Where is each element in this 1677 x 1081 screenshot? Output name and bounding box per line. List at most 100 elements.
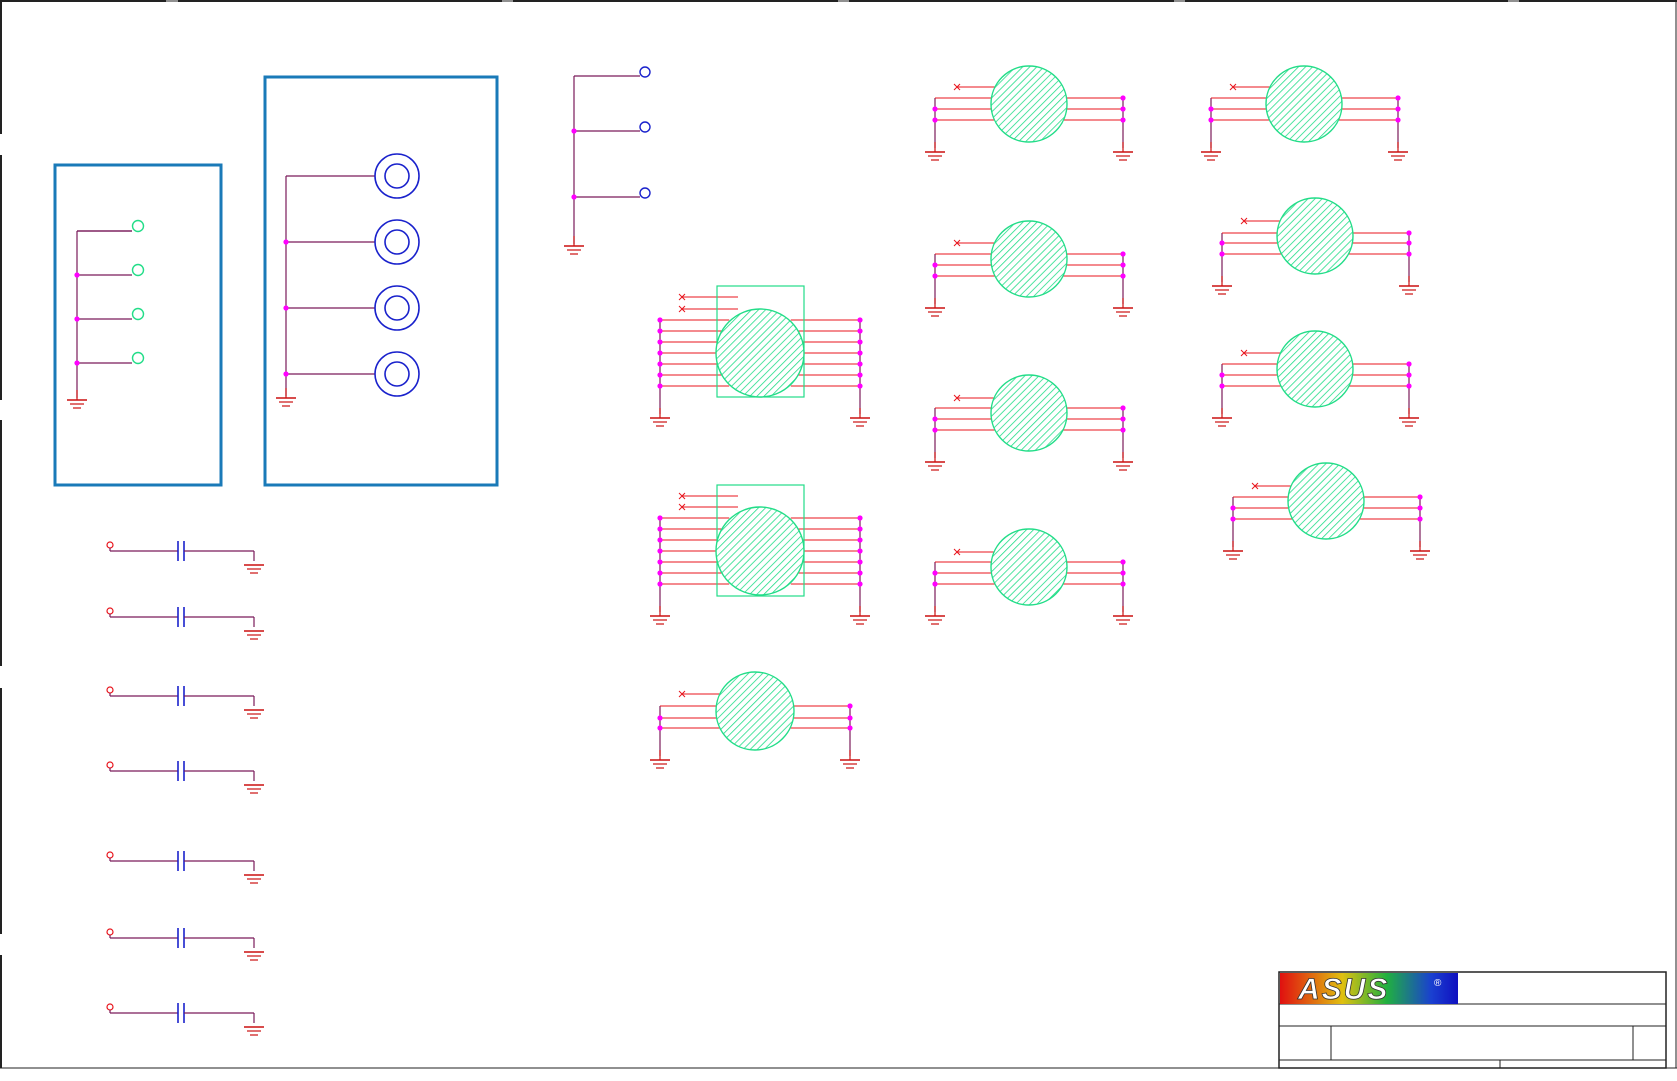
junction-dot [857, 328, 863, 334]
ground-icon [650, 606, 670, 625]
test-point-icon [106, 851, 114, 859]
capacitor-circuit [106, 541, 264, 574]
capacitor-icon [177, 686, 185, 706]
shield-can [925, 374, 1133, 471]
ground-icon [650, 408, 670, 427]
shield-can [1212, 330, 1419, 427]
junction-dot [657, 559, 663, 565]
test-point-icon [106, 541, 114, 549]
junction-dot [1120, 570, 1126, 576]
junction-dot [657, 350, 663, 356]
shield-can-icon [990, 65, 1068, 143]
junction-dot [1219, 240, 1225, 246]
junction-dot [1219, 251, 1225, 257]
mount-hole-icon [374, 219, 420, 265]
fiducial-icon [639, 121, 651, 133]
junction-dot [1406, 383, 1412, 389]
junction-dot [283, 239, 289, 245]
junction-dot [857, 515, 863, 521]
junction-dot [1406, 230, 1412, 236]
mount-hole-inner [384, 295, 410, 321]
mount-hole-icon [374, 153, 420, 199]
junction-dot [932, 106, 938, 112]
fiducial-group [564, 66, 651, 255]
mount-hole-icon [374, 285, 420, 331]
mount-hole-inner [384, 163, 410, 189]
junction-dot [857, 317, 863, 323]
ground-icon [925, 298, 945, 317]
shield-can-icon [1276, 197, 1354, 275]
test-point-icon [106, 761, 114, 769]
ground-icon [1113, 298, 1133, 317]
shield-can-icon [990, 220, 1068, 298]
junction-dot [847, 715, 853, 721]
shield-can [650, 285, 870, 427]
ground-icon [925, 606, 945, 625]
junction-dot [932, 570, 938, 576]
junction-dot [932, 581, 938, 587]
capacitor-icon [177, 1003, 185, 1023]
ground-icon [650, 750, 670, 769]
junction-dot [1120, 262, 1126, 268]
mount-hole-group [263, 75, 499, 487]
junction-dot [857, 383, 863, 389]
ground-icon [840, 750, 860, 769]
logo-registered-mark: ® [1434, 978, 1442, 989]
junction-dot [1120, 251, 1126, 257]
junction-dot [1406, 372, 1412, 378]
ground-icon [1212, 276, 1232, 295]
junction-dot [74, 360, 80, 366]
junction-dot [657, 515, 663, 521]
junction-dot [1406, 361, 1412, 367]
ground-icon [1388, 142, 1408, 161]
shield-can-icon [1276, 330, 1354, 408]
junction-dot [1120, 106, 1126, 112]
junction-dot [1120, 416, 1126, 422]
junction-dot [1395, 106, 1401, 112]
shield-can [925, 220, 1133, 317]
capacitor-circuit [106, 851, 264, 884]
junction-dot [1208, 117, 1214, 123]
sheet-frame [0, 0, 1677, 1069]
junction-dot [857, 537, 863, 543]
shield-can-icon [1287, 462, 1365, 540]
junction-dot [1406, 240, 1412, 246]
ground-icon [850, 408, 870, 427]
ground-icon [1399, 408, 1419, 427]
junction-dot [932, 427, 938, 433]
junction-dot [657, 372, 663, 378]
shield-can-icon [715, 506, 805, 596]
test-point-group [53, 163, 223, 487]
shield-can [650, 484, 870, 625]
junction-dot [657, 361, 663, 367]
junction-dot [1417, 505, 1423, 511]
junction-dot [857, 570, 863, 576]
junction-dot [932, 117, 938, 123]
junction-dot [657, 537, 663, 543]
junction-dot [1120, 559, 1126, 565]
junction-dot [1120, 405, 1126, 411]
junction-dot [74, 316, 80, 322]
capacitor-icon [177, 928, 185, 948]
junction-dot [657, 328, 663, 334]
capacitor-icon [177, 541, 185, 561]
ground-icon [1113, 606, 1133, 625]
capacitor-circuit [106, 761, 264, 794]
ground-icon [1212, 408, 1232, 427]
junction-dot [847, 703, 853, 709]
ground-icon [850, 606, 870, 625]
junction-dot [857, 372, 863, 378]
junction-dot [1395, 95, 1401, 101]
junction-dot [857, 526, 863, 532]
test-point-icon [131, 351, 145, 365]
ground-icon [1399, 276, 1419, 295]
schematic-sheet: ASUS ® [0, 0, 1677, 1069]
capacitor-circuit [106, 607, 264, 640]
asus-logo: ASUS ® [1280, 973, 1458, 1006]
capacitor-icon [177, 851, 185, 871]
shield-can-icon [1265, 65, 1343, 143]
junction-dot [283, 371, 289, 377]
mount-hole-inner [384, 361, 410, 387]
junction-dot [1395, 117, 1401, 123]
junction-dot [571, 128, 577, 134]
